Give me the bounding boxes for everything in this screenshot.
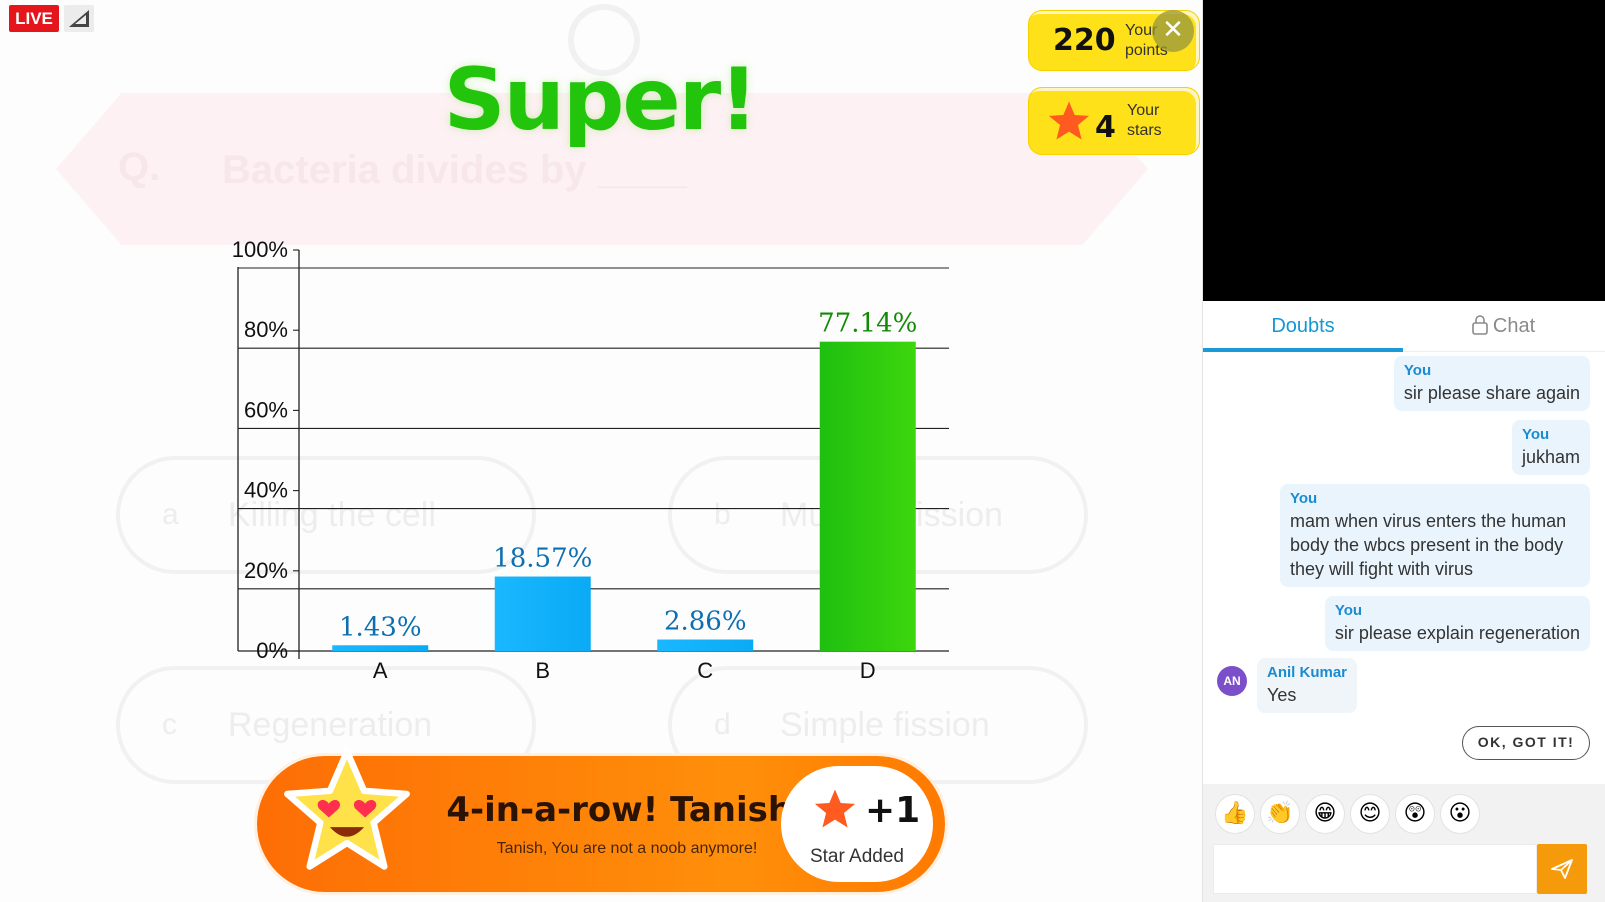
chart-bar-value-label: 77.14% xyxy=(818,309,917,339)
live-badge: LIVE xyxy=(9,5,59,32)
option-text: Simple fission xyxy=(780,706,990,744)
chart-bar xyxy=(332,645,429,651)
heart-eyes-star-icon xyxy=(284,748,410,870)
result-title: Super! xyxy=(443,50,759,150)
question-label: Q. xyxy=(118,145,161,189)
tab-doubts[interactable]: Doubts xyxy=(1203,301,1403,352)
chart-bar xyxy=(494,576,591,651)
chart-y-tick-label: 100% xyxy=(232,237,288,262)
message-text: Yes xyxy=(1267,685,1297,705)
message-author: You xyxy=(1334,602,1363,619)
thumbs-up-emoji-icon[interactable]: 👍 xyxy=(1215,794,1255,834)
stars-value: 4 xyxy=(1095,110,1116,145)
message-input[interactable] xyxy=(1213,844,1537,894)
option-key: d xyxy=(714,708,731,741)
video-stream[interactable] xyxy=(1203,0,1605,301)
tab-doubts-label: Doubts xyxy=(1271,315,1335,337)
message-text: sir please share again xyxy=(1403,383,1580,403)
message-text: sir please explain regeneration xyxy=(1334,623,1580,643)
lock-icon xyxy=(1472,315,1488,335)
message-text: jukham xyxy=(1521,447,1580,467)
grinning-emoji-icon[interactable]: 😁 xyxy=(1305,794,1345,834)
smiling-emoji-icon[interactable]: 😊 xyxy=(1350,794,1390,834)
star-icon xyxy=(814,789,856,828)
chart-bar xyxy=(819,341,916,651)
chart-x-tick-label: D xyxy=(860,658,876,683)
star-added-label: Star Added xyxy=(809,846,905,867)
live-class-screen: LIVE Q. Bacteria divides by ____ a Killi… xyxy=(0,0,1605,902)
close-icon[interactable]: ✕ xyxy=(1152,10,1194,52)
option-key: c xyxy=(162,708,177,741)
star-added-badge: +1 Star Added xyxy=(781,766,933,882)
star-icon xyxy=(1048,101,1090,140)
message-bubble: You sir please share again xyxy=(1393,356,1590,411)
chart-bar-value-label: 2.86% xyxy=(664,607,747,637)
message-bubble: You mam when virus enters the human body… xyxy=(1280,484,1590,587)
streak-title: 4-in-a-row! Tanish! xyxy=(446,790,808,830)
doubts-list: You sir please share again You jukham Yo… xyxy=(1203,352,1605,784)
message-author: Anil Kumar xyxy=(1267,664,1348,681)
send-icon xyxy=(1551,859,1573,879)
stars-card: 4 Your stars xyxy=(1028,87,1200,155)
chart-bar-value-label: 18.57% xyxy=(493,544,592,574)
message-author: You xyxy=(1290,490,1318,507)
option-key: a xyxy=(162,498,179,531)
quiz-area: LIVE Q. Bacteria divides by ____ a Killi… xyxy=(0,0,1202,902)
chart-bar-value-label: 1.43% xyxy=(339,612,422,642)
message-text: mam when virus enters the human body the… xyxy=(1290,511,1567,579)
star-plus-count: +1 xyxy=(865,790,921,831)
message-author: You xyxy=(1403,362,1432,379)
chart-y-tick-label: 0% xyxy=(256,638,288,663)
message-bubble: Anil Kumar Yes xyxy=(1257,658,1358,713)
ok-got-it-button[interactable]: OK, GOT IT! xyxy=(1462,726,1590,760)
clapping-emoji-icon[interactable]: 👏 xyxy=(1260,794,1300,834)
signal-strength-icon xyxy=(64,5,94,32)
message-author: You xyxy=(1521,426,1550,443)
stars-label-line1: Your xyxy=(1127,102,1160,119)
tab-chat-label: Chat xyxy=(1492,315,1536,337)
chart-x-tick-label: C xyxy=(697,658,713,683)
chart-y-tick-label: 20% xyxy=(244,558,288,583)
streak-banner: 4-in-a-row! Tanish! Tanish, You are not … xyxy=(257,748,945,892)
question-text: Bacteria divides by ____ xyxy=(222,148,687,192)
answer-distribution-chart: 0% 20% 40% 60% 80% 100% 1.43% A 18.57% B 2.86% C 77.… xyxy=(232,237,949,683)
panel-tabs: Doubts Chat xyxy=(1203,301,1605,352)
astonished-emoji-icon[interactable]: 😲 xyxy=(1395,794,1435,834)
surprised-emoji-icon[interactable]: 😮 xyxy=(1440,794,1480,834)
message-bubble: You sir please explain regeneration xyxy=(1324,596,1590,651)
side-panel: Doubts Chat You sir please share again Y… xyxy=(1202,0,1605,902)
chart-y-tick-label: 40% xyxy=(244,478,288,503)
streak-subtitle: Tanish, You are not a noob anymore! xyxy=(496,840,758,857)
option-text: Regeneration xyxy=(228,706,433,744)
avatar: AN xyxy=(1217,666,1247,696)
stars-label-line2: stars xyxy=(1127,122,1162,139)
message-bubble: You jukham xyxy=(1511,420,1590,475)
tab-chat[interactable]: Chat xyxy=(1403,301,1603,352)
chart-bar xyxy=(657,639,754,651)
chart-y-tick-label: 80% xyxy=(244,317,288,342)
send-button[interactable] xyxy=(1537,844,1587,894)
chart-x-tick-label: B xyxy=(535,658,550,683)
chart-x-tick-label: A xyxy=(373,658,388,683)
chart-y-tick-label: 60% xyxy=(244,397,288,422)
points-value: 220 xyxy=(1053,23,1116,58)
composer: 👍 👏 😁 😊 😲 😮 xyxy=(1203,784,1605,902)
